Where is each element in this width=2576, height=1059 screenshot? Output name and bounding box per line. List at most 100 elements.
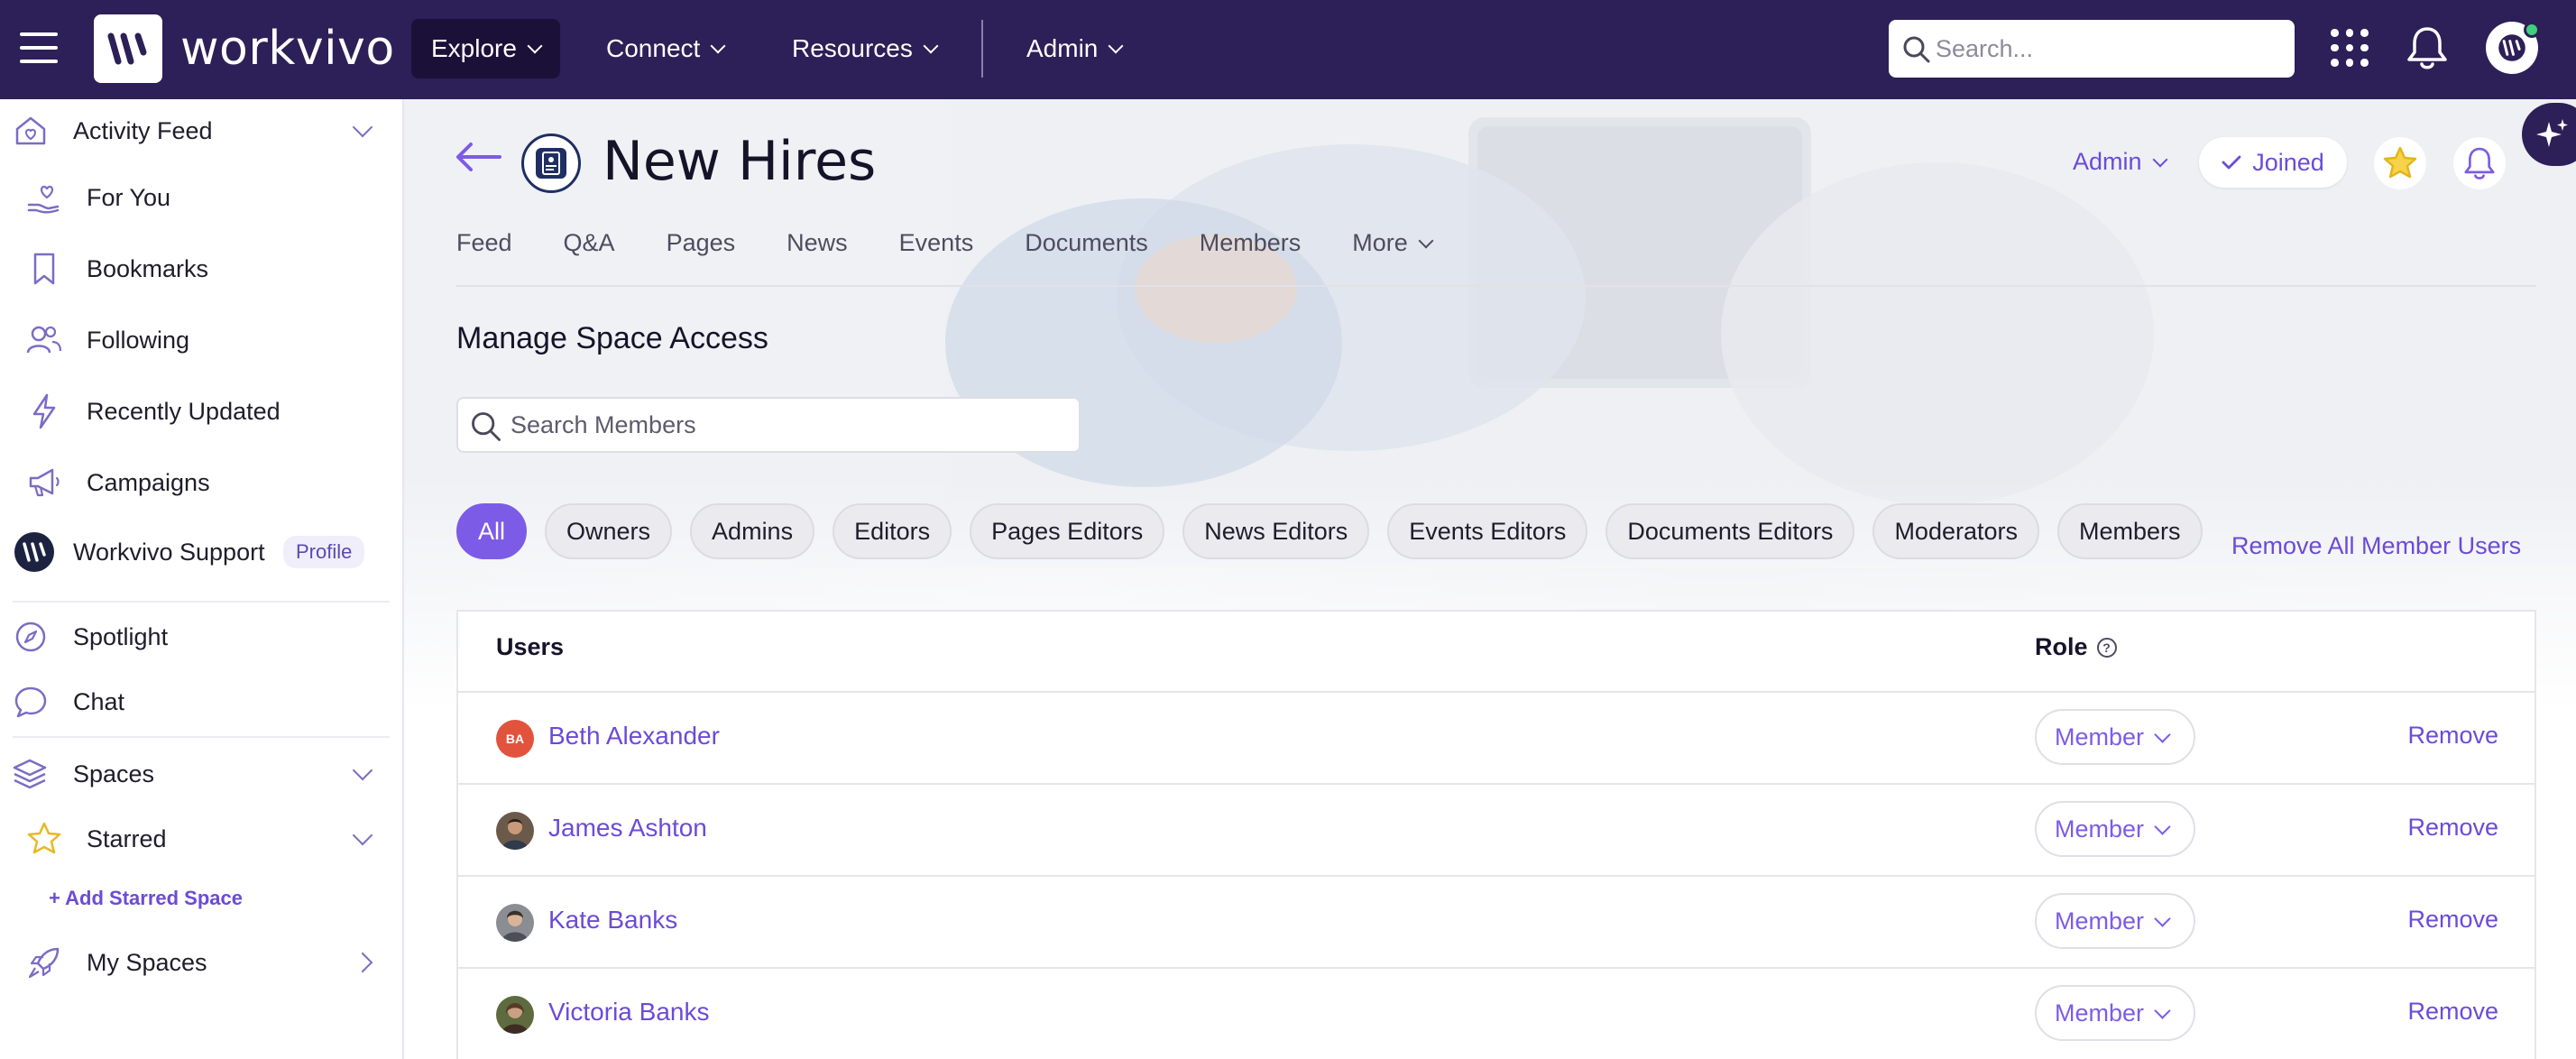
space-admin-dropdown[interactable]: Admin bbox=[2073, 148, 2168, 176]
filter-chip-editors[interactable]: Editors bbox=[833, 503, 952, 559]
role-dropdown[interactable]: Member bbox=[2035, 801, 2195, 857]
sidebar-item-campaigns[interactable]: Campaigns bbox=[0, 451, 402, 514]
sidebar-item-chat[interactable]: Chat bbox=[0, 670, 402, 733]
favorite-star-button[interactable] bbox=[2374, 137, 2426, 189]
sidebar-item-my-spaces[interactable]: My Spaces bbox=[0, 931, 402, 994]
filter-chip-admins[interactable]: Admins bbox=[690, 503, 815, 559]
tab-pages[interactable]: Pages bbox=[667, 229, 736, 257]
lightning-icon bbox=[32, 393, 56, 429]
add-starred-label: Add Starred Space bbox=[65, 887, 243, 909]
remove-member-link[interactable]: Remove bbox=[2407, 906, 2498, 934]
sidebar-item-bookmarks[interactable]: Bookmarks bbox=[0, 237, 402, 300]
workvivo-logo-icon[interactable] bbox=[94, 14, 162, 83]
rocket-icon bbox=[28, 947, 60, 979]
tab-events[interactable]: Events bbox=[899, 229, 974, 257]
sidebar-item-for-you[interactable]: For You bbox=[0, 166, 402, 229]
column-header-users: Users bbox=[496, 633, 565, 660]
chevron-down-icon bbox=[2154, 1001, 2171, 1019]
menu-icon[interactable] bbox=[18, 27, 60, 69]
megaphone-icon bbox=[29, 468, 60, 497]
sidebar-item-workvivo-support[interactable]: Workvivo Support Profile bbox=[0, 520, 402, 584]
role-dropdown[interactable]: Member bbox=[2035, 893, 2195, 949]
role-dropdown[interactable]: Member bbox=[2035, 709, 2195, 765]
users-icon bbox=[26, 326, 62, 354]
bookmark-icon bbox=[33, 253, 55, 285]
sidebar-item-following[interactable]: Following bbox=[0, 308, 402, 372]
member-search-placeholder: Search Members bbox=[511, 410, 696, 438]
space-notifications-button[interactable] bbox=[2453, 137, 2506, 189]
filter-chip-news-editors[interactable]: News Editors bbox=[1182, 503, 1370, 559]
top-navigation-bar: workvivo Explore Connect Resources Admin… bbox=[0, 0, 2576, 99]
user-name-link[interactable]: James Ashton bbox=[548, 814, 707, 843]
role-dropdown[interactable]: Member bbox=[2035, 985, 2195, 1041]
table-row: Victoria Banks Member Remove bbox=[458, 969, 2535, 1059]
tab-members[interactable]: Members bbox=[1200, 229, 1302, 257]
sidebar-item-label: Spaces bbox=[73, 760, 155, 787]
chevron-down-icon[interactable] bbox=[352, 760, 373, 781]
nav-connect[interactable]: Connect bbox=[586, 19, 743, 78]
back-arrow-icon[interactable] bbox=[455, 141, 503, 178]
star-icon bbox=[27, 822, 61, 854]
filter-chip-all[interactable]: All bbox=[456, 503, 528, 559]
chevron-right-icon[interactable] bbox=[352, 952, 373, 973]
user-avatar[interactable] bbox=[2486, 22, 2540, 74]
filter-chip-pages-editors[interactable]: Pages Editors bbox=[970, 503, 1165, 559]
user-photo-avatar bbox=[496, 904, 534, 942]
remove-member-link[interactable]: Remove bbox=[2407, 998, 2498, 1026]
members-table: Users Role ? BA Beth Alexander Member Re… bbox=[456, 610, 2536, 1059]
page-title: New Hires bbox=[603, 130, 877, 193]
user-name-link[interactable]: Beth Alexander bbox=[548, 722, 720, 751]
sparkle-icon bbox=[2536, 119, 2568, 147]
add-starred-space-link[interactable]: + Add Starred Space bbox=[49, 887, 243, 910]
chevron-down-icon bbox=[2154, 909, 2171, 927]
tab-more[interactable]: More bbox=[1352, 229, 1434, 257]
role-dropdown-label: Member bbox=[2055, 723, 2145, 751]
tab-feed[interactable]: Feed bbox=[456, 229, 512, 257]
sidebar-item-activity-feed[interactable]: Activity Feed bbox=[0, 99, 402, 162]
apps-grid-icon[interactable] bbox=[2331, 29, 2369, 67]
tab-more-label: More bbox=[1352, 229, 1408, 256]
filter-chip-documents-editors[interactable]: Documents Editors bbox=[1605, 503, 1855, 559]
nav-admin[interactable]: Admin bbox=[1007, 19, 1141, 78]
plus-icon: + bbox=[49, 887, 66, 909]
notifications-bell-icon[interactable] bbox=[2405, 23, 2450, 77]
member-search-input[interactable]: Search Members bbox=[456, 397, 1081, 453]
nav-explore[interactable]: Explore bbox=[411, 19, 560, 78]
chevron-down-icon[interactable] bbox=[352, 116, 373, 138]
filter-chip-events-editors[interactable]: Events Editors bbox=[1387, 503, 1588, 559]
sidebar-item-starred[interactable]: Starred bbox=[0, 807, 402, 870]
global-search-input[interactable]: Search... bbox=[1889, 20, 2295, 78]
filter-chip-moderators[interactable]: Moderators bbox=[1872, 503, 2039, 559]
tab-documents[interactable]: Documents bbox=[1025, 229, 1148, 257]
chevron-down-icon bbox=[1418, 233, 1434, 248]
remove-member-link[interactable]: Remove bbox=[2407, 814, 2498, 842]
sidebar-item-spaces[interactable]: Spaces bbox=[0, 742, 402, 806]
user-name-link[interactable]: Kate Banks bbox=[548, 906, 677, 935]
workvivo-support-avatar-icon bbox=[14, 532, 54, 572]
nav-resources[interactable]: Resources bbox=[772, 19, 956, 78]
remove-member-link[interactable]: Remove bbox=[2407, 722, 2498, 750]
filter-chip-owners[interactable]: Owners bbox=[545, 503, 673, 559]
sidebar-item-label: Bookmarks bbox=[87, 254, 209, 282]
table-row: James Ashton Member Remove bbox=[458, 785, 2535, 877]
sidebar-item-label: Workvivo Support bbox=[73, 538, 265, 566]
tab-news[interactable]: News bbox=[787, 229, 848, 257]
role-dropdown-label: Member bbox=[2055, 815, 2145, 843]
nav-divider bbox=[981, 20, 983, 78]
sidebar-item-label: For You bbox=[87, 183, 171, 211]
filter-chip-members[interactable]: Members bbox=[2057, 503, 2203, 559]
tab-qa[interactable]: Q&A bbox=[564, 229, 615, 257]
space-admin-label: Admin bbox=[2073, 148, 2142, 175]
user-name-link[interactable]: Victoria Banks bbox=[548, 998, 709, 1027]
joined-button[interactable]: Joined bbox=[2199, 137, 2347, 188]
chevron-down-icon bbox=[1108, 38, 1124, 54]
remove-all-members-link[interactable]: Remove All Member Users bbox=[2231, 532, 2521, 560]
sidebar-item-spotlight[interactable]: Spotlight bbox=[0, 605, 402, 668]
nav-admin-label: Admin bbox=[1026, 34, 1099, 62]
sidebar-item-recently-updated[interactable]: Recently Updated bbox=[0, 380, 402, 443]
chevron-down-icon bbox=[2152, 152, 2168, 167]
chevron-down-icon[interactable] bbox=[352, 824, 373, 846]
chevron-down-icon bbox=[923, 38, 939, 54]
help-icon[interactable]: ? bbox=[2096, 637, 2117, 658]
sidebar-item-label: Following bbox=[87, 326, 190, 354]
